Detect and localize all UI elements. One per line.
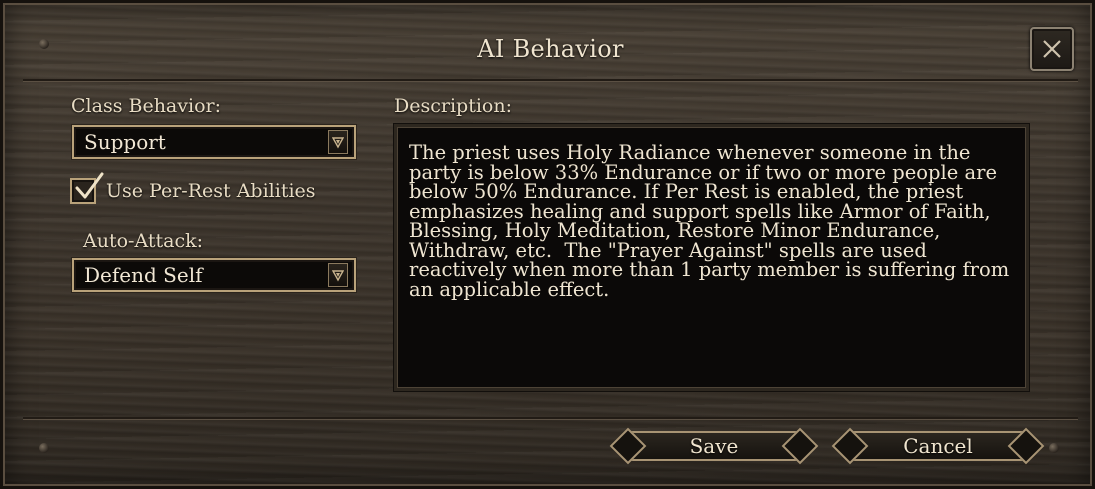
dropdown-arrow-icon <box>328 130 348 154</box>
dropdown-arrow-icon <box>328 263 348 287</box>
description-panel: The priest uses Holy Radiance whenever s… <box>394 124 1029 391</box>
description-label: Description: <box>394 95 512 117</box>
close-button[interactable] <box>1030 27 1074 71</box>
description-text: The priest uses Holy Radiance whenever s… <box>409 141 1010 301</box>
per-rest-checkbox-row[interactable]: Use Per-Rest Abilities <box>70 172 316 204</box>
class-behavior-dropdown[interactable]: Support <box>72 125 356 159</box>
save-button-label: Save <box>689 434 739 458</box>
title-bar: AI Behavior <box>23 21 1078 81</box>
auto-attack-label: Auto-Attack: <box>83 230 203 252</box>
checkmark-icon <box>75 172 104 199</box>
dialog-title: AI Behavior <box>477 35 624 63</box>
per-rest-checkbox[interactable] <box>70 172 104 204</box>
auto-attack-value: Defend Self <box>84 263 203 287</box>
ai-behavior-dialog: AI Behavior Class Behavior: Support Use … <box>0 0 1095 489</box>
class-behavior-value: Support <box>84 130 166 154</box>
close-icon <box>1043 40 1061 58</box>
corner-rivet <box>1049 443 1059 453</box>
auto-attack-dropdown[interactable]: Defend Self <box>72 258 356 292</box>
cancel-button-label: Cancel <box>903 434 973 458</box>
per-rest-label: Use Per-Rest Abilities <box>106 180 316 202</box>
bottom-divider <box>23 417 1078 419</box>
class-behavior-label: Class Behavior: <box>71 95 221 117</box>
corner-rivet <box>39 443 49 453</box>
save-button[interactable]: Save <box>609 427 819 465</box>
cancel-button[interactable]: Cancel <box>831 427 1045 465</box>
